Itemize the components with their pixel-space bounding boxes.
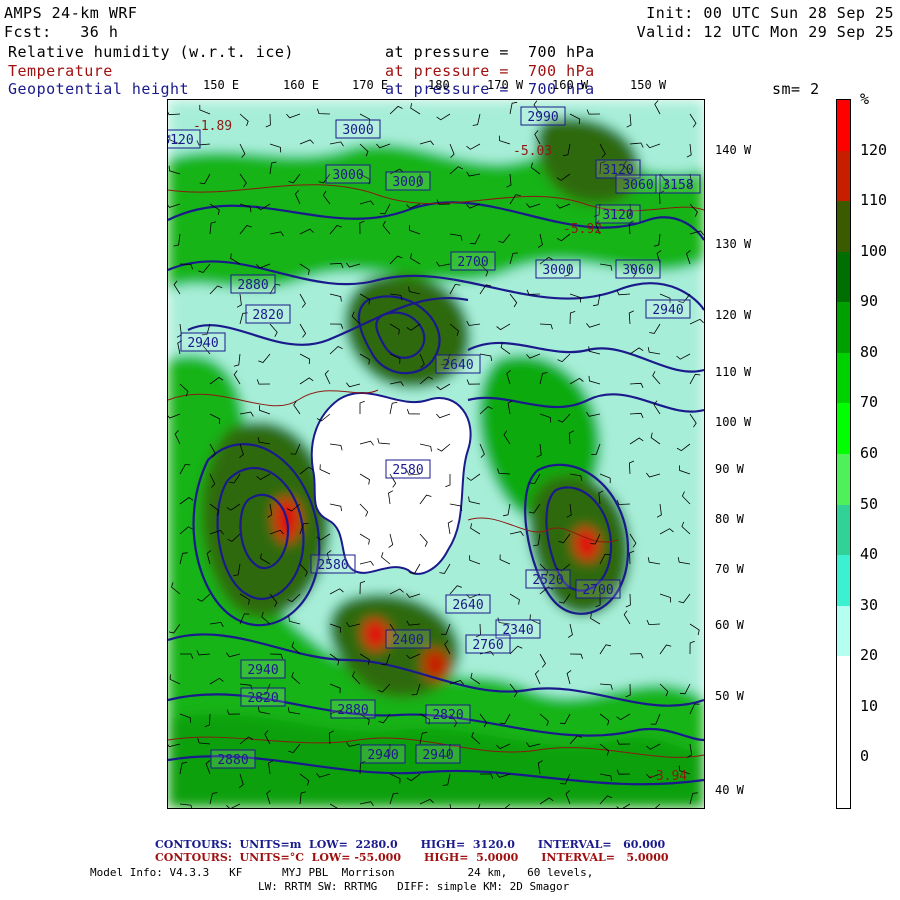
temperature-label: -1.89 <box>193 119 232 134</box>
colorbar-tick-label: 40 <box>860 545 879 564</box>
height-label: 2700 <box>457 255 488 270</box>
height-label: 2990 <box>527 110 558 125</box>
temperature-label: -5.03 <box>513 144 552 159</box>
field-rh-name: Relative humidity (w.r.t. ice) <box>8 43 294 61</box>
height-label: 2760 <box>472 638 503 653</box>
height-label: 2880 <box>237 278 268 293</box>
init-time: Init: 00 UTC Sun 28 Sep 25 <box>646 4 894 22</box>
colorbar-tick-label: 20 <box>860 646 879 665</box>
height-label: 2940 <box>422 748 453 763</box>
colorbar-segment <box>837 352 850 404</box>
height-label: 2520 <box>532 573 563 588</box>
height-label: 2400 <box>392 633 423 648</box>
lon-side-label: 50 W <box>715 689 744 703</box>
height-label: 2940 <box>367 748 398 763</box>
height-label: 2580 <box>317 558 348 573</box>
lon-side-label: 80 W <box>715 512 744 526</box>
height-label: 2820 <box>247 691 278 706</box>
temp-contour-info: CONTOURS: UNITS=°C LOW= -55.000 HIGH= 5.… <box>155 851 669 864</box>
weather-map: 3000 3000 3000 2880 2940 2820 2700 3000 3060 2940… <box>167 99 705 809</box>
height-label: 3000 <box>332 168 363 183</box>
lon-label: 150 W <box>630 78 667 92</box>
height-label: 2640 <box>452 598 483 613</box>
height-label: 3060 <box>622 178 653 193</box>
colorbar-segment <box>837 100 850 152</box>
colorbar-segment <box>837 454 850 506</box>
height-label: 2880 <box>217 753 248 768</box>
colorbar-segment <box>837 201 850 253</box>
lon-side-label: 140 W <box>715 143 752 157</box>
height-label: 2940 <box>652 303 683 318</box>
model-info-physics: LW: RRTM SW: RRTMG DIFF: simple KM: 2D S… <box>258 880 570 893</box>
forecast-hour: Fcst: 36 h <box>4 23 119 41</box>
colorbar-tick-label: 10 <box>860 696 879 715</box>
field-temp-name: Temperature <box>8 62 113 80</box>
height-label: 3120 <box>602 208 633 223</box>
lon-label: 150 E <box>203 78 240 92</box>
colorbar-tick-label: 50 <box>860 494 879 513</box>
lon-side-label: 40 W <box>715 783 744 797</box>
colorbar-segment <box>837 555 850 607</box>
height-label: 2940 <box>247 663 278 678</box>
height-label: 3060 <box>622 263 653 278</box>
height-label: 2820 <box>432 708 463 723</box>
lon-side-label: 130 W <box>715 237 752 251</box>
colorbar-tick-label: 70 <box>860 393 879 412</box>
colorbar-tick-label: 0 <box>860 747 870 766</box>
lon-side-label: 100 W <box>715 415 752 429</box>
valid-time: Valid: 12 UTC Mon 29 Sep 25 <box>636 23 894 41</box>
colorbar-segment <box>837 656 850 708</box>
lon-label: 170 E <box>352 78 389 92</box>
colorbar-segment <box>837 403 850 455</box>
colorbar-tick-label: 80 <box>860 342 879 361</box>
lon-side-label: 90 W <box>715 462 744 476</box>
height-label: 3158 <box>662 178 693 193</box>
colorbar-tick-label: 110 <box>860 191 888 210</box>
colorbar-unit: % <box>860 90 870 108</box>
colorbar-tick-label: 100 <box>860 241 888 260</box>
lon-label: 160 E <box>283 78 320 92</box>
lon-side-label: 110 W <box>715 365 752 379</box>
colorbar-segment <box>837 302 850 354</box>
colorbar-segment <box>837 706 850 758</box>
temperature-label: -3.94 <box>648 769 687 784</box>
humidity-colorbar <box>836 99 851 809</box>
colorbar-segment <box>837 605 850 657</box>
height-label: 2640 <box>442 358 473 373</box>
height-contour-info: CONTOURS: UNITS=m LOW= 2280.0 HIGH= 3120… <box>155 838 666 851</box>
map-canvas: 3000 3000 3000 2880 2940 2820 2700 3000 3060 2940… <box>168 100 704 808</box>
lon-side-label: 70 W <box>715 562 744 576</box>
height-label: 2580 <box>392 463 423 478</box>
colorbar-tick-label: 30 <box>860 595 879 614</box>
temperature-label: -5.92 <box>563 222 602 237</box>
lon-side-label: 60 W <box>715 618 744 632</box>
height-label: 2880 <box>337 703 368 718</box>
model-title: AMPS 24-km WRF <box>4 4 138 22</box>
colorbar-segment <box>837 757 850 809</box>
height-label: 3000 <box>392 175 423 190</box>
colorbar-tick-label: 120 <box>860 140 888 159</box>
colorbar-segment <box>837 504 850 556</box>
colorbar-tick-label: 90 <box>860 292 879 311</box>
colorbar-tick-label: 60 <box>860 444 879 462</box>
height-label: 2700 <box>582 583 613 598</box>
height-label: 3000 <box>542 263 573 278</box>
height-label: 2940 <box>187 336 218 351</box>
lon-label: 170 W <box>487 78 524 92</box>
smoothing-label: sm= 2 <box>772 80 820 98</box>
height-label: 3120 <box>168 133 194 148</box>
height-label: 2820 <box>252 308 283 323</box>
model-info: Model Info: V4.3.3 KF MYJ PBL Morrison 2… <box>90 866 594 879</box>
field-rh-level: at pressure = 700 hPa <box>385 43 595 61</box>
colorbar-segment <box>837 251 850 303</box>
height-label: 3000 <box>342 123 373 138</box>
field-height-name: Geopotential height <box>8 80 190 98</box>
lon-label: 180 <box>428 78 450 92</box>
lon-side-label: 120 W <box>715 308 752 322</box>
colorbar-segment <box>837 150 850 202</box>
lon-label: 160 W <box>552 78 589 92</box>
